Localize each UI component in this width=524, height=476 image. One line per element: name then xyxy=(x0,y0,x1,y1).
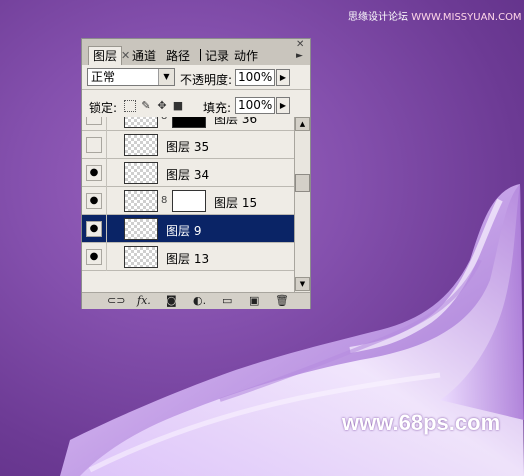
layer-thumbnail[interactable] xyxy=(124,218,158,240)
fx-icon[interactable]: fx. xyxy=(137,294,151,308)
blend-mode-select[interactable]: 正常 ▼ xyxy=(87,68,175,86)
layers-list: 8 图层 36 图层 35 ● 图层 34 ● 8 图层 15 ● 图层 9 ● 图层 13 xyxy=(82,117,294,292)
lock-position-icon[interactable]: ✥ xyxy=(156,100,168,112)
group-folder-icon[interactable]: ▭ xyxy=(222,294,232,308)
fill-input[interactable]: 100% xyxy=(235,97,275,114)
tab-layers[interactable]: 图层 xyxy=(88,46,123,65)
tab-close-icon[interactable]: ✕ xyxy=(121,49,130,62)
tab-actions[interactable]: 动作 xyxy=(234,47,258,65)
blend-mode-value: 正常 xyxy=(91,70,116,84)
scroll-down-icon[interactable]: ▼ xyxy=(295,277,310,291)
layer-thumbnail[interactable] xyxy=(124,190,158,212)
lock-brush-icon[interactable]: ✎ xyxy=(140,100,152,112)
add-mask-icon[interactable]: ◙ xyxy=(166,294,177,308)
tab-channels[interactable]: 通道 xyxy=(132,47,156,65)
watermark-bottom: www.68ps.com xyxy=(342,410,501,435)
opacity-label: 不透明度: xyxy=(180,73,233,87)
layer-row[interactable]: ● 8 图层 15 xyxy=(82,187,294,215)
layer-mask-thumbnail[interactable] xyxy=(172,117,206,128)
layer-row[interactable]: ● 图层 13 xyxy=(82,243,294,271)
layer-row[interactable]: ● 图层 9 xyxy=(82,215,294,243)
visibility-eye-icon[interactable] xyxy=(86,117,102,125)
lock-label: 锁定: xyxy=(89,101,118,115)
layer-gutter xyxy=(106,243,107,271)
trash-icon[interactable]: 🗑 xyxy=(275,294,289,308)
layer-name: 图层 9 xyxy=(166,224,202,238)
layer-gutter xyxy=(106,131,107,159)
layer-mask-thumbnail[interactable] xyxy=(172,190,206,212)
mask-link-icon[interactable]: 8 xyxy=(161,117,167,122)
visibility-eye-icon[interactable]: ● xyxy=(86,221,102,237)
layer-gutter xyxy=(106,117,107,131)
visibility-eye-icon[interactable] xyxy=(86,137,102,153)
layers-scrollbar[interactable]: ▲ ▼ xyxy=(294,117,310,292)
link-icon[interactable]: ⊂⊃ xyxy=(107,294,125,308)
opacity-arrow-icon[interactable]: ▶ xyxy=(276,69,290,86)
layer-gutter xyxy=(106,187,107,215)
tab-history-label: 记录 xyxy=(205,49,230,63)
tab-history[interactable]: 记录 xyxy=(200,47,229,65)
fill-label: 填充: xyxy=(203,101,232,115)
opacity-input[interactable]: 100% xyxy=(235,69,275,86)
adjustment-icon[interactable]: ◐. xyxy=(193,294,206,308)
chevron-down-icon[interactable]: ▼ xyxy=(158,69,174,85)
watermark-top-left: 思缘设计论坛 xyxy=(348,12,408,23)
scroll-thumb[interactable] xyxy=(295,174,310,192)
canvas-background: 思缘设计论坛 WWW.MISSYUAN.COM www.68ps.com 图层 … xyxy=(0,0,524,476)
layer-gutter xyxy=(106,215,107,243)
panel-bottom-toolbar: ⊂⊃ fx. ◙ ◐. ▭ ▣ 🗑 xyxy=(82,292,310,309)
layer-gutter xyxy=(106,159,107,187)
watermark-top: 思缘设计论坛 WWW.MISSYUAN.COM xyxy=(348,8,522,23)
fill-arrow-icon[interactable]: ▶ xyxy=(276,97,290,114)
mask-link-icon[interactable]: 8 xyxy=(161,195,167,206)
layer-name: 图层 36 xyxy=(214,117,258,126)
layer-thumbnail[interactable] xyxy=(124,246,158,268)
layer-row[interactable]: 图层 35 xyxy=(82,131,294,159)
layer-thumbnail[interactable] xyxy=(124,117,158,128)
window-close-icon[interactable]: ✕ xyxy=(296,39,304,50)
layer-name: 图层 15 xyxy=(214,196,258,210)
layer-name: 图层 13 xyxy=(166,252,210,266)
scroll-up-icon[interactable]: ▲ xyxy=(295,117,310,131)
tab-paths[interactable]: 路径 xyxy=(166,47,190,65)
watermark-top-right: WWW.MISSYUAN.COM xyxy=(411,12,522,23)
layer-name: 图层 34 xyxy=(166,168,210,182)
lock-transparency-icon[interactable] xyxy=(124,100,136,112)
layers-panel: 图层 ✕ 通道 路径 记录 动作 ✕ ► 正常 ▼ 不透明度: 100% ▶ 锁… xyxy=(81,38,311,309)
visibility-eye-icon[interactable]: ● xyxy=(86,165,102,181)
new-layer-icon[interactable]: ▣ xyxy=(249,294,259,308)
lock-all-icon[interactable]: ■ xyxy=(172,100,184,112)
panel-menu-arrow-icon[interactable]: ► xyxy=(296,51,303,61)
layer-thumbnail[interactable] xyxy=(124,134,158,156)
layer-thumbnail[interactable] xyxy=(124,162,158,184)
layer-name: 图层 35 xyxy=(166,140,210,154)
visibility-eye-icon[interactable]: ● xyxy=(86,193,102,209)
visibility-eye-icon[interactable]: ● xyxy=(86,249,102,265)
layer-row[interactable]: ● 图层 34 xyxy=(82,159,294,187)
layer-row[interactable]: 8 图层 36 xyxy=(82,117,294,131)
